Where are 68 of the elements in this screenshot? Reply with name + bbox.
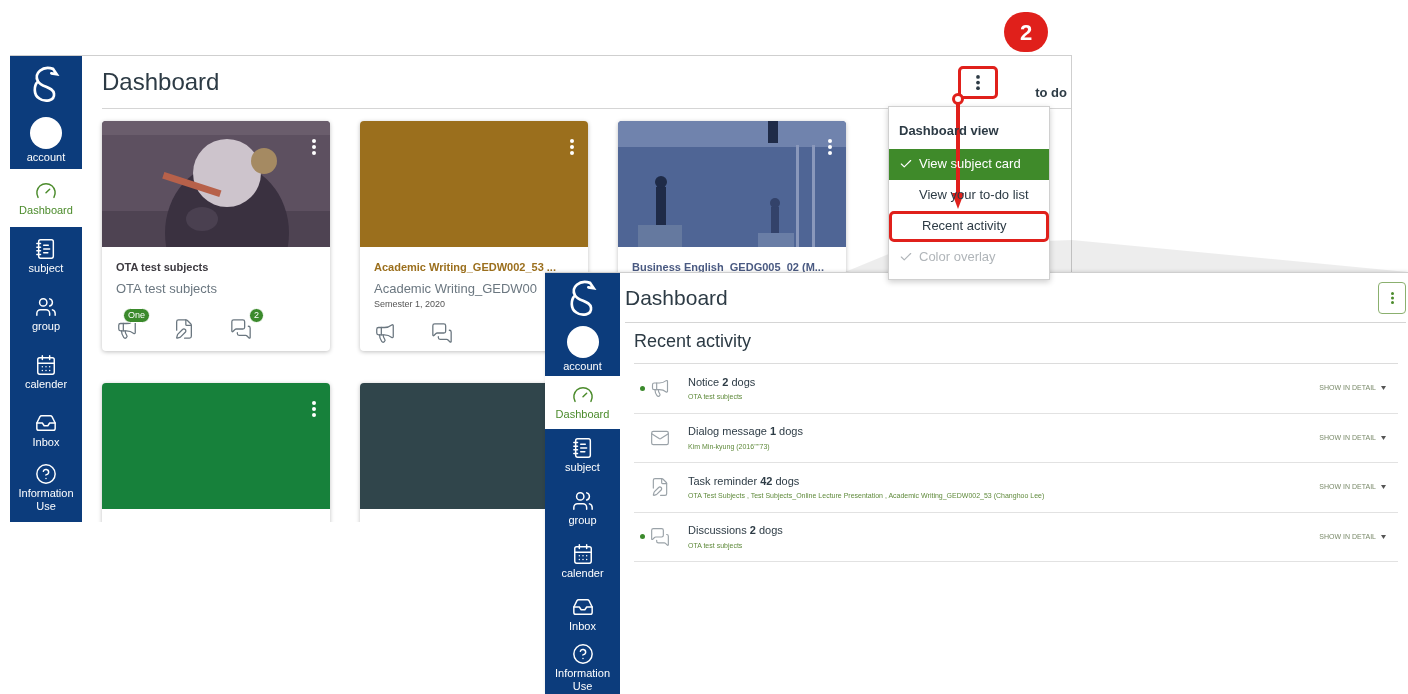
activity-title[interactable]: Dialog message 1 dogs	[688, 423, 803, 440]
card-title[interactable]: OTA test subjects	[116, 259, 316, 276]
page-title: Dashboard	[102, 67, 220, 97]
people-icon	[571, 490, 594, 512]
chat-bubbles-icon	[431, 321, 453, 344]
calendar-icon	[35, 353, 57, 376]
more-icon	[570, 139, 574, 155]
caret-icon	[1381, 485, 1386, 490]
help-icon	[35, 463, 57, 485]
more-icon	[312, 401, 316, 417]
sidebar-item[interactable]: Inbox	[10, 401, 82, 459]
page-title: Dashboard	[625, 284, 728, 311]
card-menu-button[interactable]	[826, 137, 834, 157]
count-badge: 2	[249, 308, 264, 323]
chat-bubbles-icon	[650, 526, 670, 547]
megaphone-icon	[374, 321, 396, 344]
course-card[interactable]: OTA test subjects OTA test subjects One 2	[102, 121, 330, 351]
count-badge: One	[123, 308, 150, 323]
sidebar-item[interactable]: account	[10, 111, 82, 169]
sidebar-item[interactable]: Inbox	[545, 588, 620, 641]
caret-icon	[1381, 435, 1386, 440]
more-icon	[1390, 291, 1394, 304]
activity-title[interactable]: Notice 2 dogs	[688, 373, 756, 391]
caret-icon	[1381, 534, 1386, 539]
card-term: Semester 1, 2020	[374, 298, 447, 311]
help-icon	[571, 642, 594, 665]
card-title[interactable]: Business English_GEDG005_02 (M...	[632, 259, 832, 276]
caret-icon	[1381, 386, 1386, 391]
inbox-icon	[571, 596, 594, 618]
card-subtitle: Academic Writing_GEDW00	[374, 279, 539, 298]
sidebar-item[interactable]: group	[545, 482, 620, 535]
sidebar-item[interactable]: group	[10, 285, 82, 343]
more-icon	[828, 139, 832, 155]
activity-title[interactable]: Task reminder 42 dogs	[688, 472, 1045, 490]
avatar	[566, 326, 599, 358]
more-button[interactable]	[1378, 281, 1406, 314]
notebook-icon	[571, 437, 594, 459]
sidebar-item[interactable]: Information Use	[545, 641, 620, 694]
card-subtitle: OTA test subjects	[116, 279, 218, 298]
document-pen-icon	[650, 477, 670, 498]
card-action-button[interactable]: One	[116, 308, 150, 340]
activity-title[interactable]: Discussions 2 dogs	[688, 522, 783, 539]
sidebar-item[interactable]: calender	[545, 535, 620, 588]
megaphone-icon	[650, 378, 670, 399]
more-icon	[312, 139, 316, 155]
menu-item[interactable]: Recent activity	[889, 210, 1049, 242]
people-icon	[35, 295, 57, 318]
sidebar-item[interactable]: subject	[10, 227, 82, 285]
course-card[interactable]: Academic Writing_GEDW002_53 ... Academic Writing_GEDW00 Semester 1, 2020	[360, 121, 588, 351]
sidebar-item[interactable]: Information Use	[10, 459, 82, 517]
todo-label: to do	[1035, 83, 1067, 102]
sidebar-item[interactable]: Dashboard	[10, 169, 82, 227]
sidebar-item[interactable]: subject	[545, 429, 620, 482]
card-title[interactable]: Academic Writing_GEDW002_53 ...	[374, 259, 574, 276]
step-badge: 2	[1004, 12, 1048, 52]
avatar	[30, 116, 62, 149]
sidebar-item[interactable]: calender	[10, 343, 82, 401]
calendar-icon	[571, 543, 594, 565]
more-icon	[976, 74, 981, 90]
card-menu-button[interactable]	[568, 137, 576, 157]
card-menu-button[interactable]	[310, 137, 318, 157]
document-pen-icon	[173, 318, 195, 340]
chat-bubbles-icon	[230, 318, 252, 340]
notebook-icon	[35, 237, 57, 260]
card-action-button[interactable]: 2	[230, 308, 264, 340]
section-heading: Recent activity	[634, 323, 1398, 364]
card-menu-button[interactable]	[310, 399, 318, 419]
sidebar-item[interactable]: Dashboard	[545, 376, 620, 429]
